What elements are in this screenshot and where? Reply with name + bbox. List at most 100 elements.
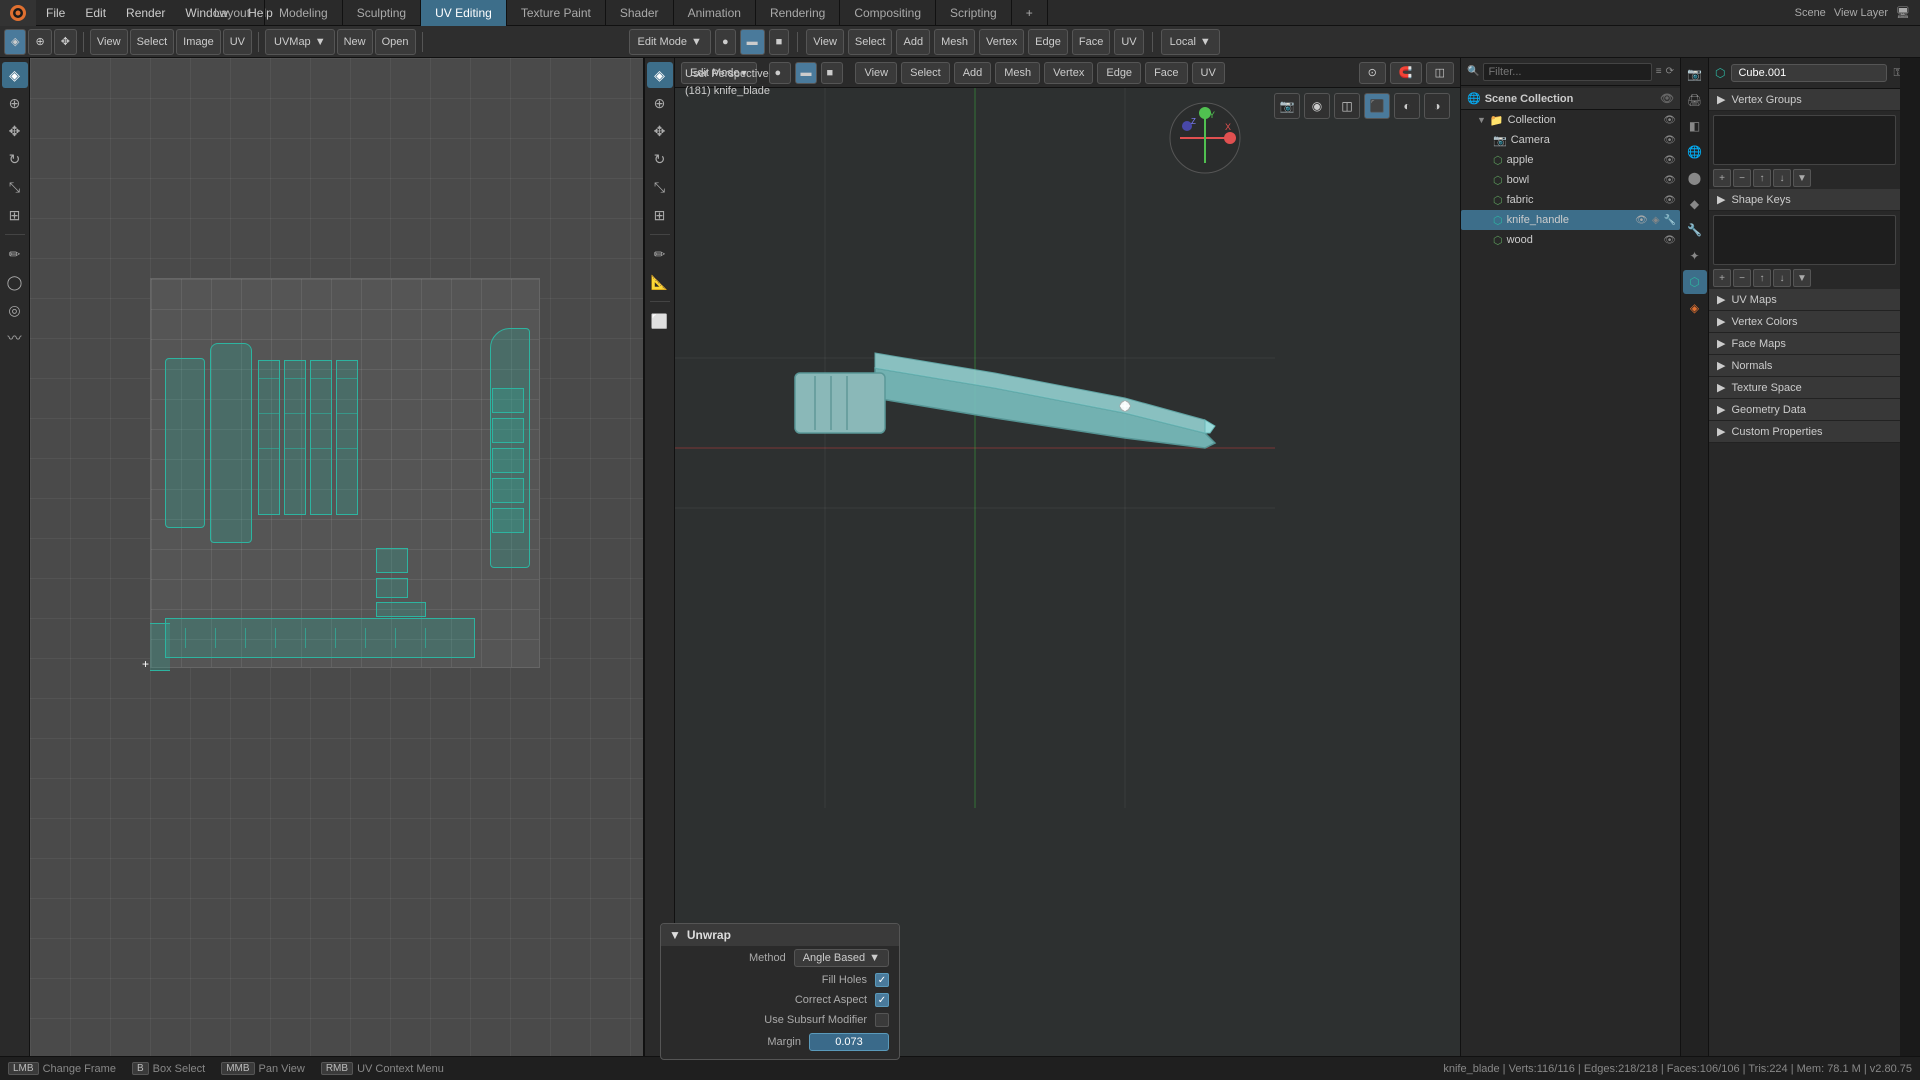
- tool-annotate[interactable]: ✏: [2, 241, 28, 267]
- tab-uv-editing[interactable]: UV Editing: [421, 0, 507, 26]
- face-select-btn[interactable]: ■: [769, 29, 790, 55]
- props-output-icon[interactable]: 🖨: [1683, 88, 1707, 112]
- vg-down-btn[interactable]: ↓: [1773, 169, 1791, 187]
- geometry-data-header[interactable]: ▶ Geometry Data: [1709, 399, 1900, 421]
- props-data-icon[interactable]: ⬡: [1683, 270, 1707, 294]
- sk-add-btn[interactable]: +: [1713, 269, 1731, 287]
- props-material-icon[interactable]: ◈: [1683, 296, 1707, 320]
- vp-tool-select[interactable]: ◈: [647, 62, 673, 88]
- normals-header[interactable]: ▶ Normals: [1709, 355, 1900, 377]
- shading-material-btn[interactable]: ◐: [1394, 93, 1420, 119]
- tab-animation[interactable]: Animation: [674, 0, 756, 26]
- vp-tool-cursor[interactable]: ⊕: [647, 90, 673, 116]
- vp-select-btn[interactable]: Select: [848, 29, 893, 55]
- tree-knife-handle[interactable]: ⬡ knife_handle 👁 ◈ 🔧: [1461, 210, 1680, 230]
- new-btn[interactable]: New: [337, 29, 373, 55]
- tool-cursor[interactable]: ⊕: [2, 90, 28, 116]
- unwrap-popup-header[interactable]: ▼ Unwrap: [661, 924, 899, 946]
- props-scene-icon[interactable]: 🌐: [1683, 140, 1707, 164]
- props-render-icon[interactable]: 📷: [1683, 62, 1707, 86]
- vp-tool-measure[interactable]: 📐: [647, 269, 673, 295]
- props-particles-icon[interactable]: ✦: [1683, 244, 1707, 268]
- fabric-eye[interactable]: 👁: [1663, 195, 1676, 206]
- method-dropdown[interactable]: Angle Based ▼: [794, 949, 889, 967]
- tree-fabric[interactable]: ⬡ fabric 👁: [1461, 190, 1680, 210]
- scene-coll-eye[interactable]: 👁: [1660, 92, 1674, 105]
- tab-texture-paint[interactable]: Texture Paint: [507, 0, 606, 26]
- vertex-select-btn[interactable]: ●: [715, 29, 736, 55]
- tool-grab[interactable]: ◯: [2, 269, 28, 295]
- knife-handle-eye[interactable]: 👁: [1635, 215, 1648, 226]
- menu-render[interactable]: Render: [116, 0, 175, 26]
- shading-rendered-btn[interactable]: ◑: [1424, 93, 1450, 119]
- tool-move[interactable]: ✥: [2, 118, 28, 144]
- vp-tool-move[interactable]: ✥: [647, 118, 673, 144]
- sk-menu-btn[interactable]: ▼: [1793, 269, 1811, 287]
- tab-add[interactable]: +: [1012, 0, 1048, 26]
- menu-edit[interactable]: Edit: [75, 0, 116, 26]
- vp-edge-btn[interactable]: Edge: [1028, 29, 1068, 55]
- view-btn[interactable]: View: [90, 29, 128, 55]
- uvmap-dropdown[interactable]: UVMap ▼: [265, 29, 335, 55]
- tab-rendering[interactable]: Rendering: [756, 0, 840, 26]
- tree-bowl[interactable]: ⬡ bowl 👁: [1461, 170, 1680, 190]
- props-object-icon[interactable]: ◆: [1683, 192, 1707, 216]
- 3d-viewport[interactable]: Edit Mode ▼ ● ▬ ■ View Select Add Mesh V…: [675, 58, 1460, 1056]
- outliner-filter-input[interactable]: [1483, 63, 1651, 81]
- tool-pinch[interactable]: ◎: [2, 297, 28, 323]
- tab-compositing[interactable]: Compositing: [840, 0, 936, 26]
- apple-eye[interactable]: 👁: [1663, 155, 1676, 166]
- overlay-icon-btn[interactable]: ◉: [1304, 93, 1330, 119]
- tool-smooth[interactable]: 〰: [2, 325, 28, 351]
- vp-tool-transform[interactable]: ⊞: [647, 202, 673, 228]
- tree-camera[interactable]: 📷 Camera 👁: [1461, 130, 1680, 150]
- move-btn[interactable]: ✥: [54, 29, 77, 55]
- vp-face-btn[interactable]: Face: [1072, 29, 1110, 55]
- props-modifier-icon[interactable]: 🔧: [1683, 218, 1707, 242]
- vertex-groups-header[interactable]: ▶ Vertex Groups: [1709, 89, 1900, 111]
- knife-handle-modifier[interactable]: 🔧: [1664, 215, 1676, 226]
- vp-view-btn[interactable]: View: [806, 29, 844, 55]
- vg-up-btn[interactable]: ↑: [1753, 169, 1771, 187]
- tab-modeling[interactable]: Modeling: [265, 0, 343, 26]
- edge-select-btn[interactable]: ▬: [740, 29, 765, 55]
- bowl-eye[interactable]: 👁: [1663, 175, 1676, 186]
- vp-tool-scale[interactable]: ⤡: [647, 174, 673, 200]
- tab-scripting[interactable]: Scripting: [936, 0, 1012, 26]
- vp-tool-annotate[interactable]: ✏: [647, 241, 673, 267]
- vp-add-btn[interactable]: Add: [896, 29, 930, 55]
- vp-mesh-btn[interactable]: Mesh: [934, 29, 975, 55]
- props-view-layer-icon[interactable]: ◧: [1683, 114, 1707, 138]
- face-maps-header[interactable]: ▶ Face Maps: [1709, 333, 1900, 355]
- vp-tool-rotate[interactable]: ↻: [647, 146, 673, 172]
- tree-wood[interactable]: ⬡ wood 👁: [1461, 230, 1680, 250]
- select-mode-btn[interactable]: ◈: [4, 29, 26, 55]
- tool-transform[interactable]: ⊞: [2, 202, 28, 228]
- vp-tool-add-cube[interactable]: ⬜: [647, 308, 673, 334]
- uv-canvas[interactable]: +: [30, 58, 643, 1056]
- use-subsurf-checkbox[interactable]: [875, 1013, 889, 1027]
- xray-icon-btn[interactable]: ◫: [1334, 93, 1360, 119]
- image-btn[interactable]: Image: [176, 29, 221, 55]
- vp-vertex-btn[interactable]: Vertex: [979, 29, 1024, 55]
- cursor-btn[interactable]: ⊕: [28, 29, 51, 55]
- uv-btn[interactable]: UV: [223, 29, 252, 55]
- pivot-dropdown[interactable]: Local ▼: [1161, 29, 1220, 55]
- custom-props-header[interactable]: ▶ Custom Properties: [1709, 421, 1900, 443]
- vertex-colors-header[interactable]: ▶ Vertex Colors: [1709, 311, 1900, 333]
- menu-file[interactable]: File: [36, 0, 75, 26]
- select-btn[interactable]: Select: [130, 29, 175, 55]
- sk-remove-btn[interactable]: −: [1733, 269, 1751, 287]
- tab-layout[interactable]: Layout: [200, 0, 265, 26]
- vp-uv-btn[interactable]: UV: [1114, 29, 1143, 55]
- coll-eye[interactable]: 👁: [1663, 115, 1676, 126]
- uv-maps-header[interactable]: ▶ UV Maps: [1709, 289, 1900, 311]
- correct-aspect-checkbox[interactable]: ✓: [875, 993, 889, 1007]
- mesh-name-input[interactable]: [1731, 64, 1887, 82]
- vg-menu-btn[interactable]: ▼: [1793, 169, 1811, 187]
- edit-mode-dropdown[interactable]: Edit Mode ▼: [629, 29, 711, 55]
- tree-collection[interactable]: ▼ 📁 Collection 👁: [1461, 110, 1680, 130]
- tool-rotate[interactable]: ↻: [2, 146, 28, 172]
- open-btn[interactable]: Open: [375, 29, 416, 55]
- tree-apple[interactable]: ⬡ apple 👁: [1461, 150, 1680, 170]
